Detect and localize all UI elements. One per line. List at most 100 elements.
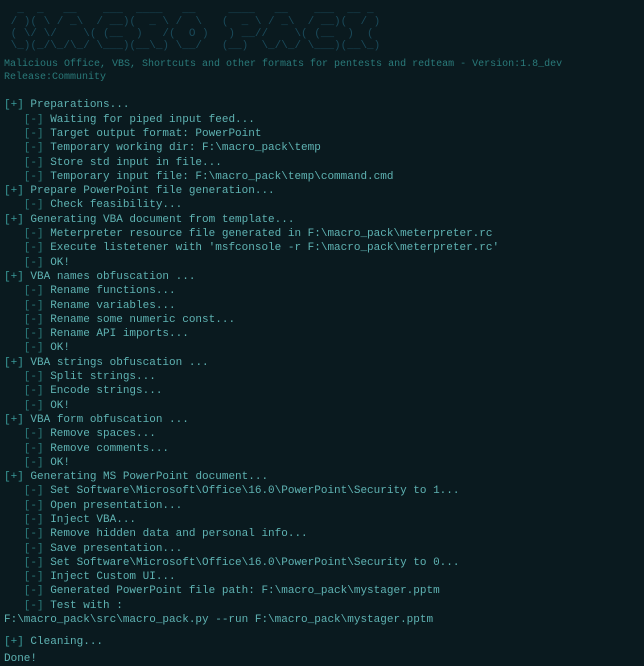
status-plus-icon: [+] xyxy=(4,471,24,483)
status-dash-icon: [-] xyxy=(4,457,44,469)
log-text: Generated PowerPoint file path: F:\macro… xyxy=(44,585,440,597)
log-text: VBA strings obfuscation ... xyxy=(24,357,209,369)
status-dash-icon: [-] xyxy=(4,514,44,526)
log-text: Remove comments... xyxy=(44,443,169,455)
status-plus-icon: [+] xyxy=(4,99,24,111)
log-line: [-] OK! xyxy=(4,456,640,470)
status-dash-icon: [-] xyxy=(4,257,44,269)
log-text: VBA form obfuscation ... xyxy=(24,414,189,426)
log-line: [-] Inject VBA... xyxy=(4,513,640,527)
log-text: Encode strings... xyxy=(44,385,163,397)
log-line: [-] Remove spaces... xyxy=(4,427,640,441)
status-dash-icon: [-] xyxy=(4,342,44,354)
status-plus-icon: [+] xyxy=(4,271,24,283)
log-line: [-] Rename variables... xyxy=(4,299,640,313)
log-line: [-] Generated PowerPoint file path: F:\m… xyxy=(4,584,640,598)
status-dash-icon: [-] xyxy=(4,285,44,297)
log-line: [-] Test with : xyxy=(4,599,640,613)
log-line: [+] Prepare PowerPoint file generation..… xyxy=(4,184,640,198)
status-dash-icon: [-] xyxy=(4,443,44,455)
log-line: [-] Set Software\Microsoft\Office\16.0\P… xyxy=(4,484,640,498)
log-line: [-] Execute listetener with 'msfconsole … xyxy=(4,241,640,255)
log-line: [+] Generating MS PowerPoint document... xyxy=(4,470,640,484)
status-plus-icon: [+] xyxy=(4,636,24,648)
cleaning-line: [+] Cleaning... xyxy=(4,635,640,649)
status-dash-icon: [-] xyxy=(4,157,44,169)
log-line: [+] Preparations... xyxy=(4,98,640,112)
log-line: [-] Check feasibility... xyxy=(4,198,640,212)
log-text: Store std input in file... xyxy=(44,157,222,169)
status-plus-icon: [+] xyxy=(4,185,24,197)
status-dash-icon: [-] xyxy=(4,328,44,340)
log-text: Waiting for piped input feed... xyxy=(44,114,255,126)
log-line: [-] Temporary working dir: F:\macro_pack… xyxy=(4,141,640,155)
log-line: [-] OK! xyxy=(4,341,640,355)
log-line: [-] Encode strings... xyxy=(4,384,640,398)
status-dash-icon: [-] xyxy=(4,228,44,240)
log-line: [-] Store std input in file... xyxy=(4,156,640,170)
log-line: [+] VBA names obfuscation ... xyxy=(4,270,640,284)
status-dash-icon: [-] xyxy=(4,128,44,140)
log-text: Temporary input file: F:\macro_pack\temp… xyxy=(44,171,394,183)
log-line: [-] OK! xyxy=(4,256,640,270)
done-text: Done! xyxy=(4,652,640,666)
log-text: OK! xyxy=(44,400,70,412)
log-text: Inject Custom UI... xyxy=(44,571,176,583)
log-line: [-] Remove hidden data and personal info… xyxy=(4,527,640,541)
log-text: Save presentation... xyxy=(44,543,183,555)
log-text: Execute listetener with 'msfconsole -r F… xyxy=(44,242,499,254)
status-dash-icon: [-] xyxy=(4,314,44,326)
log-text: Split strings... xyxy=(44,371,156,383)
log-line: [-] Rename functions... xyxy=(4,284,640,298)
log-line: [+] VBA form obfuscation ... xyxy=(4,413,640,427)
log-text: Test with : xyxy=(44,600,123,612)
log-text: Remove spaces... xyxy=(44,428,156,440)
log-text: VBA names obfuscation ... xyxy=(24,271,196,283)
log-text: Set Software\Microsoft\Office\16.0\Power… xyxy=(44,485,460,497)
log-text: Generating VBA document from template... xyxy=(24,214,295,226)
log-line: [-] Meterpreter resource file generated … xyxy=(4,227,640,241)
status-dash-icon: [-] xyxy=(4,199,44,211)
status-dash-icon: [-] xyxy=(4,543,44,555)
status-dash-icon: [-] xyxy=(4,585,44,597)
log-line: [-] Target output format: PowerPoint xyxy=(4,127,640,141)
log-text: Rename functions... xyxy=(44,285,176,297)
status-plus-icon: [+] xyxy=(4,414,24,426)
log-line: [+] Generating VBA document from templat… xyxy=(4,213,640,227)
status-dash-icon: [-] xyxy=(4,557,44,569)
status-dash-icon: [-] xyxy=(4,400,44,412)
tagline: Malicious Office, VBS, Shortcuts and oth… xyxy=(4,58,640,84)
log-text: Rename some numeric const... xyxy=(44,314,235,326)
status-dash-icon: [-] xyxy=(4,428,44,440)
ascii-logo: _ _ __ ___ ____ __ ____ __ ___ __ _ / )(… xyxy=(4,4,640,52)
log-text: Target output format: PowerPoint xyxy=(44,128,262,140)
log-line: [-] Open presentation... xyxy=(4,499,640,513)
log-output: [+] Preparations... [-] Waiting for pipe… xyxy=(4,98,640,613)
log-text: Inject VBA... xyxy=(44,514,136,526)
log-text: OK! xyxy=(44,257,70,269)
status-dash-icon: [-] xyxy=(4,300,44,312)
status-dash-icon: [-] xyxy=(4,600,44,612)
log-text: Remove hidden data and personal info... xyxy=(44,528,308,540)
log-line: [-] Rename some numeric const... xyxy=(4,313,640,327)
log-line: [-] Remove comments... xyxy=(4,442,640,456)
log-text: OK! xyxy=(44,342,70,354)
log-line: [-] Waiting for piped input feed... xyxy=(4,113,640,127)
log-line: [-] Inject Custom UI... xyxy=(4,570,640,584)
log-text: Check feasibility... xyxy=(44,199,183,211)
log-line: [+] VBA strings obfuscation ... xyxy=(4,356,640,370)
log-text: Rename API imports... xyxy=(44,328,189,340)
status-dash-icon: [-] xyxy=(4,485,44,497)
status-dash-icon: [-] xyxy=(4,114,44,126)
status-dash-icon: [-] xyxy=(4,528,44,540)
log-line: [-] Set Software\Microsoft\Office\16.0\P… xyxy=(4,556,640,570)
test-command: F:\macro_pack\src\macro_pack.py --run F:… xyxy=(4,613,640,627)
status-dash-icon: [-] xyxy=(4,500,44,512)
cleaning-text: Cleaning... xyxy=(24,636,103,648)
log-text: OK! xyxy=(44,457,70,469)
status-plus-icon: [+] xyxy=(4,357,24,369)
log-text: Generating MS PowerPoint document... xyxy=(24,471,268,483)
status-dash-icon: [-] xyxy=(4,242,44,254)
log-line: [-] OK! xyxy=(4,399,640,413)
log-text: Rename variables... xyxy=(44,300,176,312)
